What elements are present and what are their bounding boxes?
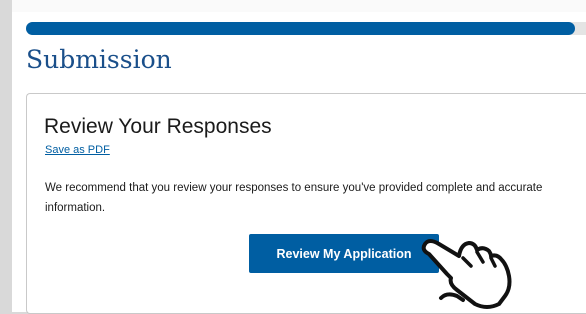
save-as-pdf-link[interactable]: Save as PDF [45,144,110,156]
card-title: Review Your Responses [44,115,272,138]
progress-bar [26,22,586,35]
page-title: Submission [26,45,172,74]
page: · · ·· · · · ·· Submission Review Your R… [12,0,586,314]
progress-bar-fill [26,22,575,35]
review-my-application-button[interactable]: Review My Application [249,234,439,273]
review-description: We recommend that you review your respon… [45,182,543,214]
hand-pointer-icon [421,239,512,309]
cut-off-header-text: · · ·· · · · ·· [12,0,586,12]
